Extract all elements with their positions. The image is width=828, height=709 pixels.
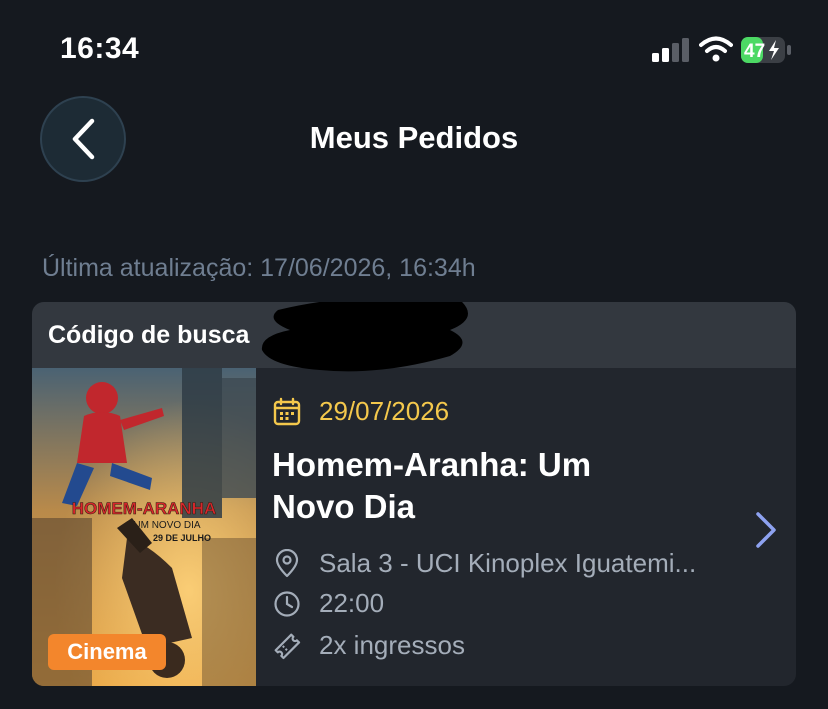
battery-level: 47	[744, 41, 765, 62]
venue-row: Sala 3 - UCI Kinoplex Iguatemi...	[272, 548, 731, 579]
wifi-icon	[699, 36, 733, 62]
order-card[interactable]: Código de busca HOMEM-ARANHA UM NOVO DIA…	[32, 302, 796, 686]
venue-text: Sala 3 - UCI Kinoplex Iguatemi...	[319, 548, 697, 578]
clock-icon	[274, 590, 300, 617]
search-code-label: Código de busca	[48, 321, 250, 349]
status-bar: 16:34 47	[0, 0, 828, 90]
page-title: Meus Pedidos	[309, 120, 519, 155]
poster-title: HOMEM-ARANHA	[72, 499, 216, 518]
battery-icon: 47	[741, 37, 791, 63]
calendar-icon	[273, 397, 301, 425]
tickets-count: 2x ingressos	[319, 630, 465, 660]
order-date: 29/07/2026	[319, 396, 450, 426]
order-details: 29/07/2026 Homem-Aranha: Um Novo Dia Sal…	[272, 368, 796, 686]
session-time: 22:00	[319, 588, 385, 618]
ticket-icon	[274, 633, 301, 659]
poster-subtitle: UM NOVO DIA	[133, 520, 201, 531]
movie-title: Homem-Aranha: Um Novo Dia	[272, 446, 592, 525]
tickets-row: 2x ingressos	[272, 630, 465, 661]
time-row: 22:00	[272, 588, 384, 619]
cellular-signal-icon	[652, 38, 689, 62]
category-tag: Cinema	[48, 634, 166, 670]
status-time: 16:34	[60, 32, 140, 65]
order-card-header: Código de busca	[32, 302, 796, 372]
poster-release: 29 DE JULHO	[153, 533, 211, 543]
chevron-right-icon[interactable]	[750, 508, 780, 552]
location-pin-icon	[275, 548, 299, 577]
date-row: 29/07/2026	[272, 396, 449, 427]
last-updated-text: Última atualização: 17/06/2026, 16:34h	[42, 254, 476, 282]
